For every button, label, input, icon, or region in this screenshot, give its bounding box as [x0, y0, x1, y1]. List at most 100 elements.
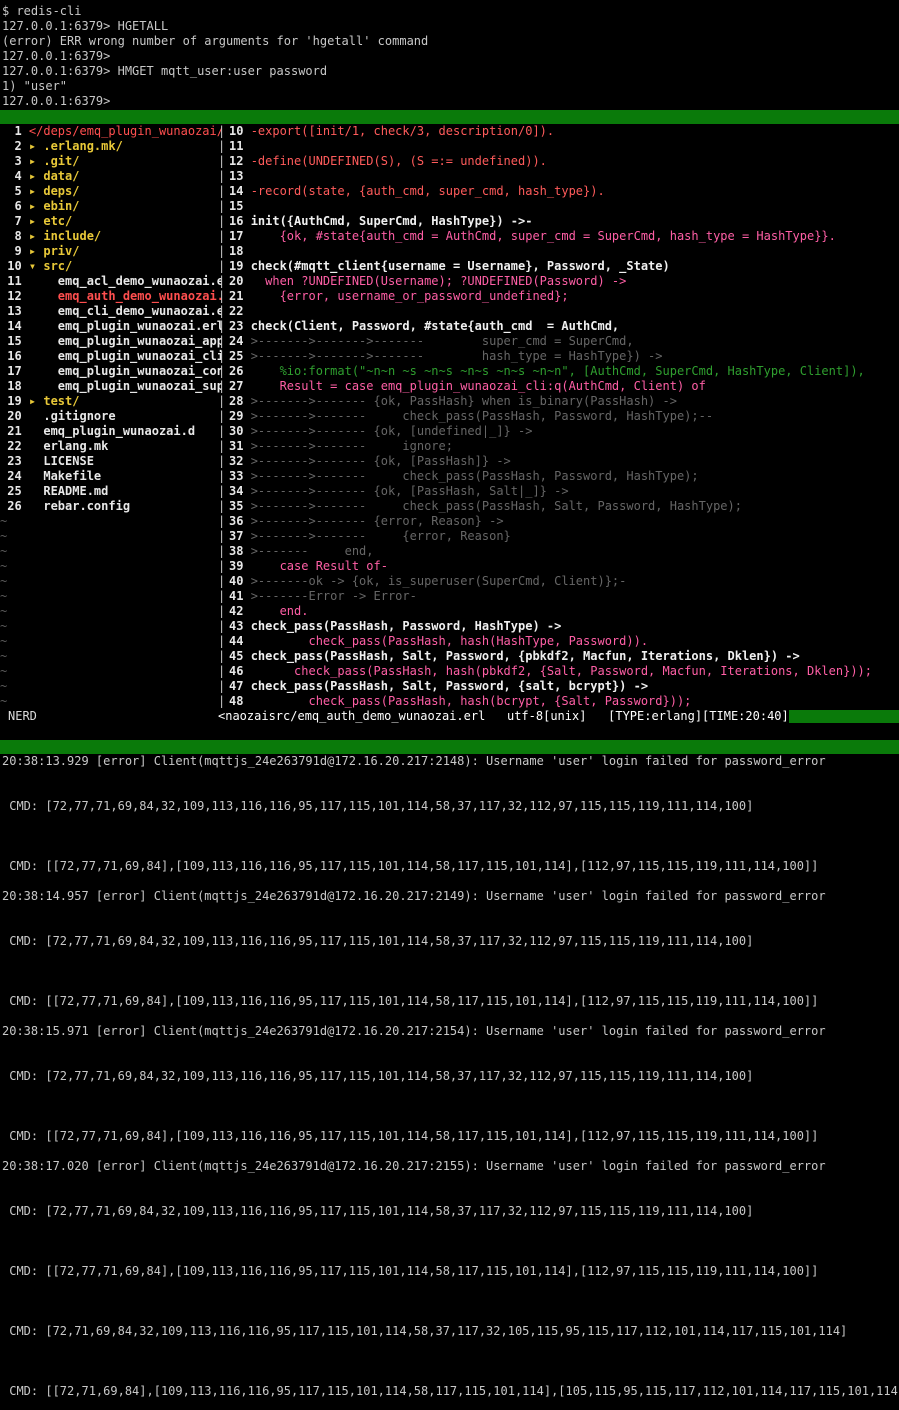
tree-item[interactable]: ~ — [0, 604, 222, 619]
code-line[interactable]: 22 — [229, 304, 251, 319]
code-line[interactable]: 27 Result = case emq_plugin_wunaozai_cli… — [229, 379, 706, 394]
tree-item-label: emq_plugin_wunaozai.d — [28, 424, 196, 438]
code-line[interactable]: 33 >------->------- check_pass(PassHash,… — [229, 469, 699, 484]
code-line[interactable]: 29 >------->------- check_pass(PassHash,… — [229, 409, 713, 424]
tree-item[interactable]: 5 ▸ deps/ — [0, 184, 222, 199]
code-line[interactable]: 18 — [229, 244, 251, 259]
editor-row: 17 emq_plugin_wunaozai_con | 26 %io:format… — [0, 364, 899, 379]
code-line[interactable]: 14 -record(state, {auth_cmd, super_cmd, … — [229, 184, 605, 199]
pane-divider[interactable] — [0, 110, 899, 124]
tree-item[interactable]: 23 LICENSE — [0, 454, 222, 469]
tree-item[interactable]: ~ — [0, 634, 222, 649]
split-separator: | — [218, 364, 226, 378]
tree-item[interactable]: ~ — [0, 514, 222, 529]
status-fill — [789, 710, 899, 723]
code-line[interactable]: 17 {ok, #state{auth_cmd = AuthCmd, super… — [229, 229, 836, 244]
tree-item[interactable]: 8 ▸ include/ — [0, 229, 222, 244]
tree-item-label: emq_acl_demo_wunaozai.e — [28, 274, 222, 288]
code-line-number: 11 — [229, 139, 251, 153]
tree-item[interactable]: 16 emq_plugin_wunaozai_cli — [0, 349, 222, 364]
tree-item[interactable]: 1 </deps/emq_plugin_wunaozai/ — [0, 124, 222, 139]
tree-item[interactable]: 9 ▸ priv/ — [0, 244, 222, 259]
log-line: CMD: [[72,71,69,84],[109,113,116,116,95,… — [2, 1384, 899, 1398]
code-line[interactable]: 21 {error, username_or_password_undefine… — [229, 289, 569, 304]
code-line[interactable]: 36 >------->------- {error, Reason} -> — [229, 514, 504, 529]
tree-item[interactable]: 22 erlang.mk — [0, 439, 222, 454]
tree-item[interactable]: 24 Makefile — [0, 469, 222, 484]
code-line[interactable]: 46 check_pass(PassHash, hash(pbkdf2, {Sa… — [229, 664, 872, 679]
code-line[interactable]: 44 check_pass(PassHash, hash(HashType, P… — [229, 634, 648, 649]
code-line[interactable]: 31 >------->------- ignore; — [229, 439, 453, 454]
tree-item[interactable]: 15 emq_plugin_wunaozai_app — [0, 334, 222, 349]
code-line[interactable]: 40 >-------ok -> {ok, is_superuser(Super… — [229, 574, 626, 589]
code-line[interactable]: 42 end. — [229, 604, 308, 619]
split-separator: | — [218, 694, 226, 708]
code-line-number: 19 — [229, 259, 251, 273]
code-line[interactable]: 35 >------->------- check_pass(PassHash,… — [229, 499, 742, 514]
tree-item[interactable]: 3 ▸ .git/ — [0, 154, 222, 169]
tree-item[interactable]: 2 ▸ .erlang.mk/ — [0, 139, 222, 154]
tree-item[interactable]: ~ — [0, 559, 222, 574]
editor-row: 10 ▾ src/| 19 check(#mqtt_client{username… — [0, 259, 899, 274]
code-line[interactable]: 15 — [229, 199, 251, 214]
tree-item[interactable]: ~ — [0, 694, 222, 709]
tree-item[interactable]: 26 rebar.config — [0, 499, 222, 514]
code-line[interactable]: 48 check_pass(PassHash, hash(bcrypt, {Sa… — [229, 694, 691, 709]
code-line[interactable]: 10 -export([init/1, check/3, description… — [229, 124, 554, 139]
tree-item-label: ▸ deps/ — [28, 184, 80, 198]
tree-item[interactable]: 25 README.md — [0, 484, 222, 499]
code-line[interactable]: 32 >------->------- {ok, [PassHash]} -> — [229, 454, 511, 469]
code-line[interactable]: 28 >------->------- {ok, PassHash} when … — [229, 394, 677, 409]
code-line[interactable]: 20 when ?UNDEFINED(Username); ?UNDEFINED… — [229, 274, 626, 289]
code-line[interactable]: 24 >------->------->------- super_cmd = … — [229, 334, 634, 349]
tree-item[interactable]: ~ — [0, 529, 222, 544]
tree-item[interactable]: 17 emq_plugin_wunaozai_con — [0, 364, 222, 379]
code-line[interactable]: 38 >------- end, — [229, 544, 374, 559]
tree-item[interactable]: ~ — [0, 649, 222, 664]
empty-line-marker: ~ — [0, 649, 8, 663]
tree-item[interactable]: ~ — [0, 664, 222, 679]
tree-item[interactable]: 4 ▸ data/ — [0, 169, 222, 184]
tree-item[interactable]: ~ — [0, 574, 222, 589]
code-line[interactable]: 23 check(Client, Password, #state{auth_c… — [229, 319, 619, 334]
code-line[interactable]: 19 check(#mqtt_client{username = Usernam… — [229, 259, 670, 274]
pane-divider[interactable] — [0, 740, 899, 754]
code-line[interactable]: 30 >------->------- {ok, [undefined|_]} … — [229, 424, 532, 439]
tree-item[interactable]: 7 ▸ etc/ — [0, 214, 222, 229]
code-line[interactable]: 47 check_pass(PassHash, Salt, Password, … — [229, 679, 648, 694]
tree-item[interactable]: ~ — [0, 589, 222, 604]
code-line[interactable]: 12 -define(UNDEFINED(S), (S =:= undefine… — [229, 154, 547, 169]
tree-line-number: 15 — [0, 334, 29, 348]
code-line[interactable]: 41 >-------Error -> Error- — [229, 589, 417, 604]
tree-item[interactable]: ~ — [0, 544, 222, 559]
code-line[interactable]: 11 — [229, 139, 251, 154]
tree-item-label: ▸ .erlang.mk/ — [28, 139, 123, 153]
tree-item[interactable]: 20 .gitignore — [0, 409, 222, 424]
code-text: check_pass(PassHash, hash(pbkdf2, {Salt,… — [250, 664, 873, 678]
tree-item[interactable]: 21 emq_plugin_wunaozai.d — [0, 424, 222, 439]
tree-item[interactable]: 13 emq_cli_demo_wunaozai.e — [0, 304, 222, 319]
code-line[interactable]: 25 >------->------->------- hash_type = … — [229, 349, 663, 364]
tree-item[interactable]: 19 ▸ test/ — [0, 394, 222, 409]
tree-item[interactable]: ~ — [0, 619, 222, 634]
terminal-line: 127.0.0.1:6379> — [2, 94, 111, 108]
tree-line-number: 4 — [0, 169, 29, 183]
code-line[interactable]: 34 >------->------- {ok, [PassHash, Salt… — [229, 484, 569, 499]
code-line[interactable]: 37 >------->------- {error, Reason} — [229, 529, 511, 544]
code-line-number: 33 — [229, 469, 251, 483]
log-line: CMD: [72,77,71,69,84,32,109,113,116,116,… — [2, 799, 754, 813]
code-line[interactable]: 43 check_pass(PassHash, Password, HashTy… — [229, 619, 561, 634]
tree-item[interactable]: 10 ▾ src/ — [0, 259, 222, 274]
tree-item[interactable]: 6 ▸ ebin/ — [0, 199, 222, 214]
tree-item[interactable]: ~ — [0, 679, 222, 694]
code-line[interactable]: 26 %io:format("~n~n ~s ~n~s ~n~s ~n~s ~n… — [229, 364, 865, 379]
code-line[interactable]: 39 case Result of- — [229, 559, 388, 574]
code-line-number: 13 — [229, 169, 251, 183]
code-line[interactable]: 13 — [229, 169, 251, 184]
tree-item[interactable]: 11 emq_acl_demo_wunaozai.e — [0, 274, 222, 289]
tree-item[interactable]: 18 emq_plugin_wunaozai_sup — [0, 379, 222, 394]
tree-item[interactable]: 14 emq_plugin_wunaozai.erl — [0, 319, 222, 334]
tree-item[interactable]: 12 emq_auth_demo_wunaozai. — [0, 289, 222, 304]
code-line[interactable]: 45 check_pass(PassHash, Salt, Password, … — [229, 649, 800, 664]
code-line[interactable]: 16 init({AuthCmd, SuperCmd, HashType}) -… — [229, 214, 532, 229]
